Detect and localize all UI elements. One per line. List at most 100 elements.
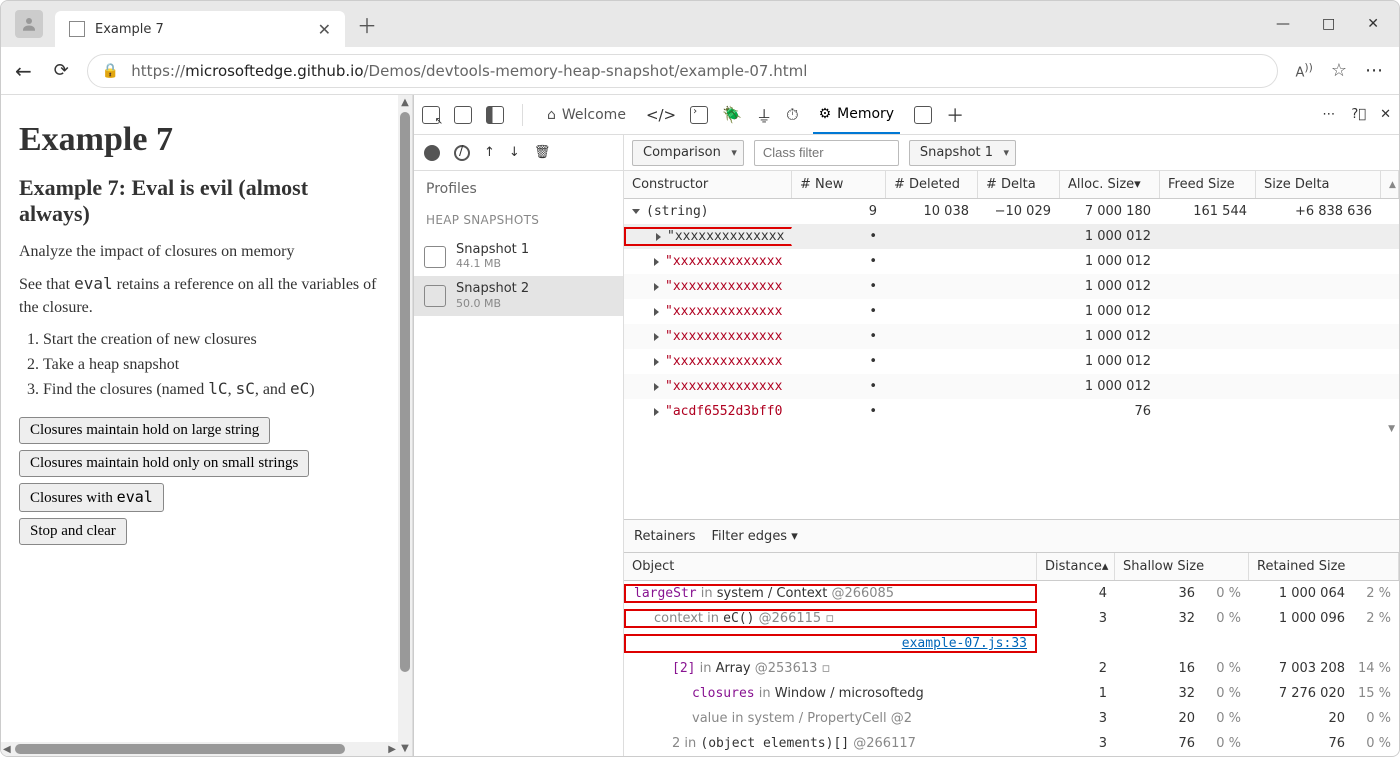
retainer-row[interactable]: example-07.js:33 bbox=[624, 631, 1399, 656]
inspect-icon[interactable]: ↖ bbox=[422, 106, 440, 124]
btn-hold-large[interactable]: Closures maintain hold on large string bbox=[19, 417, 270, 444]
grid-row[interactable]: "xxxxxxxxxxxxxx•1 000 012 bbox=[624, 274, 1399, 299]
snapshot-item-1[interactable]: Snapshot 1 44.1 MB bbox=[414, 237, 623, 276]
add-tab-icon[interactable]: ＋ bbox=[946, 102, 964, 128]
favorite-icon[interactable]: ☆ bbox=[1331, 60, 1347, 81]
network-icon[interactable]: ⏚ bbox=[756, 103, 772, 127]
more-icon[interactable]: ⋯ bbox=[1365, 60, 1385, 81]
retainers-tab[interactable]: Retainers bbox=[634, 529, 695, 544]
clear-icon[interactable]: / bbox=[454, 145, 470, 161]
snapshot-item-2[interactable]: Snapshot 2 50.0 MB bbox=[414, 276, 623, 315]
record-icon[interactable] bbox=[424, 145, 440, 161]
snapshot-icon bbox=[424, 285, 446, 307]
col-object[interactable]: Object bbox=[624, 553, 1037, 580]
retainer-row[interactable]: closures in Window / microsoftedg1320 %7… bbox=[624, 681, 1399, 706]
elements-icon[interactable]: </> bbox=[646, 106, 676, 124]
base-snapshot-select[interactable]: Snapshot 1 bbox=[909, 140, 1016, 166]
page-content: Example 7 Example 7: Eval is evil (almos… bbox=[1, 95, 398, 742]
profiles-section: HEAP SNAPSHOTS bbox=[414, 207, 623, 237]
grid-row[interactable]: "xxxxxxxxxxxxxx•1 000 012 bbox=[624, 374, 1399, 399]
devtools-panel: ↖ ⌂ Welcome </> › 🪲 ⏚ ⏱ ⚙ Memory ＋ bbox=[413, 95, 1399, 756]
close-tab-icon[interactable]: ✕ bbox=[318, 20, 331, 39]
profile-avatar[interactable] bbox=[15, 10, 43, 38]
col-alloc[interactable]: Alloc. Size ▾ bbox=[1060, 171, 1160, 198]
grid-row[interactable]: "xxxxxxxxxxxxxx•1 000 012 bbox=[624, 324, 1399, 349]
col-shallow[interactable]: Shallow Size bbox=[1115, 553, 1249, 580]
close-window-icon[interactable]: ✕ bbox=[1367, 16, 1379, 32]
source-link[interactable]: example-07.js:33 bbox=[902, 636, 1027, 651]
performance-icon[interactable]: ⏱ bbox=[786, 105, 798, 125]
help-icon[interactable]: ?⃝ bbox=[1351, 107, 1366, 122]
save-down-icon[interactable]: ↓ bbox=[509, 145, 520, 160]
browser-tab[interactable]: Example 7 ✕ bbox=[55, 11, 345, 47]
devtools-tabs: ↖ ⌂ Welcome </> › 🪲 ⏚ ⏱ ⚙ Memory ＋ bbox=[414, 95, 1399, 135]
page-p1: Analyze the impact of closures on memory bbox=[19, 241, 380, 263]
memory-toolbar: Comparison Snapshot 1 bbox=[624, 135, 1399, 171]
retainer-row[interactable]: context in eC() @266115 ▫3320 %1 000 096… bbox=[624, 606, 1399, 631]
page-p2: See that eval retains a reference on all… bbox=[19, 273, 380, 319]
btn-stop-clear[interactable]: Stop and clear bbox=[19, 518, 127, 545]
lock-icon: 🔒 bbox=[102, 63, 119, 79]
page-h1: Example 7 bbox=[19, 121, 380, 159]
grid-row[interactable]: "xxxxxxxxxxxxxx•1 000 012 bbox=[624, 224, 1399, 249]
filter-edges-select[interactable]: Filter edges ▾ bbox=[711, 529, 797, 544]
page-hscrollbar[interactable]: ◀ ▶ bbox=[1, 742, 398, 756]
col-size-delta[interactable]: Size Delta bbox=[1256, 171, 1381, 198]
view-mode-select[interactable]: Comparison bbox=[632, 140, 744, 166]
snapshot-icon bbox=[424, 246, 446, 268]
page-vscrollbar[interactable]: ▲ ▼ bbox=[398, 95, 412, 756]
close-devtools-icon[interactable]: ✕ bbox=[1380, 107, 1391, 122]
page-viewport: Example 7 Example 7: Eval is evil (almos… bbox=[1, 95, 413, 756]
browser-titlebar: Example 7 ✕ ＋ — □ ✕ bbox=[1, 1, 1399, 47]
grid-row[interactable]: "xxxxxxxxxxxxxx•1 000 012 bbox=[624, 299, 1399, 324]
maximize-icon[interactable]: □ bbox=[1322, 16, 1335, 32]
grid-row[interactable]: (string)910 038−10 0297 000 180161 544+6… bbox=[624, 199, 1399, 224]
dock-icon[interactable] bbox=[486, 106, 504, 124]
col-freed[interactable]: Freed Size bbox=[1160, 171, 1256, 198]
grid-body: (string)910 038−10 0297 000 180161 544+6… bbox=[624, 199, 1399, 519]
window-controls: — □ ✕ bbox=[1276, 16, 1391, 32]
console-icon[interactable]: › bbox=[690, 106, 708, 124]
sources-icon[interactable]: 🪲 bbox=[722, 105, 742, 124]
gc-icon[interactable]: 🗑 bbox=[534, 145, 551, 160]
new-tab-button[interactable]: ＋ bbox=[357, 10, 377, 39]
address-bar: ← ⟳ 🔒 https://microsoftedge.github.io/De… bbox=[1, 47, 1399, 95]
memory-panel: Comparison Snapshot 1 Constructor # New … bbox=[624, 135, 1399, 756]
profiles-toolbar: / ↑ ↓ 🗑 bbox=[414, 135, 623, 171]
tab-welcome[interactable]: ⌂ Welcome bbox=[541, 95, 632, 134]
grid-row[interactable]: "xxxxxxxxxxxxxx•1 000 012 bbox=[624, 349, 1399, 374]
read-aloud-icon[interactable]: A)) bbox=[1296, 61, 1313, 80]
page-icon bbox=[69, 21, 85, 37]
device-icon[interactable] bbox=[454, 106, 472, 124]
retainer-row[interactable]: value in system / PropertyCell @23200 %2… bbox=[624, 706, 1399, 731]
btn-eval[interactable]: Closures with eval bbox=[19, 483, 164, 512]
tab-memory[interactable]: ⚙ Memory bbox=[813, 95, 901, 134]
col-new[interactable]: # New bbox=[792, 171, 886, 198]
col-deleted[interactable]: # Deleted bbox=[886, 171, 978, 198]
btn-hold-small[interactable]: Closures maintain hold only on small str… bbox=[19, 450, 309, 477]
col-distance[interactable]: Distance ▴ bbox=[1037, 553, 1115, 580]
more-tools-icon[interactable]: ⋯ bbox=[1322, 107, 1337, 122]
retainer-row[interactable]: largeStr in system / Context @2660854360… bbox=[624, 581, 1399, 606]
grid-row[interactable]: "acdf6552d3bff0•76 bbox=[624, 399, 1399, 424]
back-button[interactable]: ← bbox=[15, 59, 32, 83]
refresh-button[interactable]: ⟳ bbox=[54, 60, 69, 81]
page-steps: Start the creation of new closures Take … bbox=[43, 329, 380, 401]
grid-header: Constructor # New # Deleted # Delta Allo… bbox=[624, 171, 1399, 199]
scroll-gutter: ▲ bbox=[1381, 171, 1399, 198]
url-field[interactable]: 🔒 https://microsoftedge.github.io/Demos/… bbox=[87, 54, 1278, 88]
retainers-tabs: Retainers Filter edges ▾ bbox=[624, 519, 1399, 553]
retainer-row[interactable]: 2 in (object elements)[] @2661173760 %76… bbox=[624, 731, 1399, 756]
minimize-icon[interactable]: — bbox=[1276, 16, 1290, 32]
app-icon[interactable] bbox=[914, 106, 932, 124]
class-filter-input[interactable] bbox=[754, 140, 899, 166]
grid-row[interactable]: "xxxxxxxxxxxxxx•1 000 012 bbox=[624, 249, 1399, 274]
col-constructor[interactable]: Constructor bbox=[624, 171, 792, 198]
tab-title: Example 7 bbox=[95, 22, 308, 37]
retainer-row[interactable]: [2] in Array @253613 ▫2160 %7 003 20814 … bbox=[624, 656, 1399, 681]
col-retained[interactable]: Retained Size bbox=[1249, 553, 1399, 580]
col-delta[interactable]: # Delta bbox=[978, 171, 1060, 198]
memory-icon: ⚙ bbox=[819, 106, 832, 122]
load-up-icon[interactable]: ↑ bbox=[484, 145, 495, 160]
profiles-sidebar: / ↑ ↓ 🗑 Profiles HEAP SNAPSHOTS Snapshot… bbox=[414, 135, 624, 756]
